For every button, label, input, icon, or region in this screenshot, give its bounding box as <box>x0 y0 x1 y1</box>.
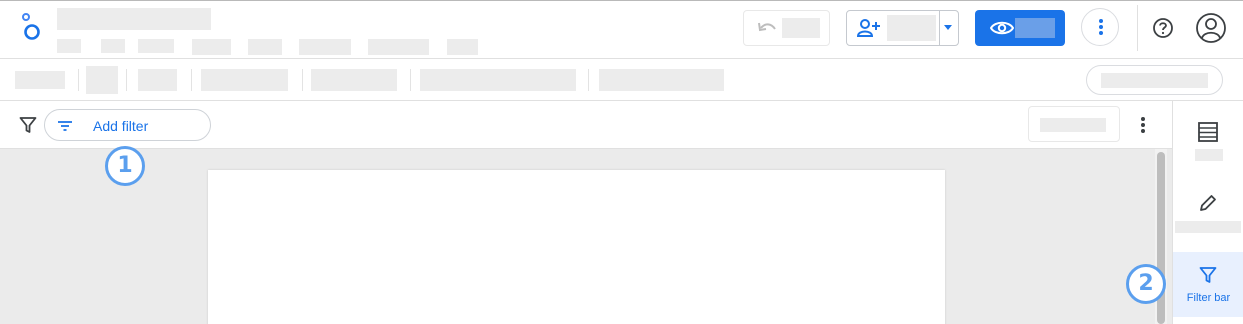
report-page[interactable] <box>208 170 945 324</box>
callout-badge-2: 2 <box>1126 264 1166 304</box>
filter-bar: Add filter <box>0 101 1172 149</box>
menu-placeholder[interactable] <box>447 39 478 55</box>
dot <box>1099 19 1103 23</box>
menu-placeholder[interactable] <box>57 39 81 53</box>
report-toolbar <box>0 59 1243 101</box>
toolbar-item-placeholder[interactable] <box>311 69 397 91</box>
looker-studio-logo-icon[interactable] <box>20 12 44 42</box>
app-header <box>0 0 1243 59</box>
toolbar-divider <box>126 69 127 91</box>
toolbar-item-placeholder[interactable] <box>138 69 177 91</box>
filter-row-more-icon[interactable] <box>1137 115 1149 135</box>
dot <box>1141 123 1145 127</box>
report-canvas <box>0 149 1172 324</box>
panel-tab-data[interactable] <box>1173 111 1243 169</box>
control-label-placeholder <box>1040 118 1106 132</box>
eye-icon <box>990 21 1014 35</box>
add-person-icon <box>857 19 880 37</box>
account-avatar-icon[interactable] <box>1195 12 1227 44</box>
callout-badge-1: 1 <box>105 146 145 186</box>
share-button-divider <box>939 11 940 45</box>
toolbar-divider <box>588 69 589 91</box>
panel-tab-label-placeholder <box>1195 149 1223 161</box>
right-side-panel: Filter bar <box>1172 101 1243 324</box>
toolbar-divider <box>191 69 192 91</box>
toolbar-divider <box>302 69 303 91</box>
toolbar-divider <box>410 69 411 91</box>
chevron-down-icon[interactable] <box>944 25 952 30</box>
toolbar-item-placeholder[interactable] <box>420 69 576 91</box>
add-filter-label: Add filter <box>93 118 149 134</box>
toolbar-item-placeholder[interactable] <box>86 66 118 94</box>
toolbar-pill-button[interactable] <box>1086 65 1223 95</box>
add-filter-button[interactable]: Add filter <box>44 109 211 141</box>
help-icon[interactable] <box>1152 17 1174 39</box>
filter-icon <box>1199 267 1217 283</box>
table-icon <box>1198 122 1218 142</box>
toolbar-item-placeholder[interactable] <box>15 71 65 89</box>
more-options-button[interactable] <box>1081 8 1119 46</box>
share-label-placeholder <box>887 15 936 41</box>
menu-placeholder[interactable] <box>101 39 125 53</box>
filter-list-icon <box>58 121 72 131</box>
toolbar-item-placeholder[interactable] <box>599 69 724 91</box>
undo-label-placeholder <box>782 18 820 38</box>
header-divider <box>1137 5 1138 51</box>
view-button[interactable] <box>975 10 1065 46</box>
dot <box>1141 129 1145 133</box>
filter-icon <box>19 117 37 133</box>
report-title-placeholder[interactable] <box>57 8 211 30</box>
panel-tab-edit[interactable] <box>1173 181 1243 241</box>
dot <box>1099 31 1103 35</box>
dot <box>1099 25 1103 29</box>
menu-placeholder[interactable] <box>192 39 231 55</box>
menu-placeholder[interactable] <box>368 39 429 55</box>
pencil-icon <box>1200 195 1216 211</box>
toolbar-divider <box>78 69 79 91</box>
filter-row-control[interactable] <box>1028 106 1120 142</box>
menu-placeholder[interactable] <box>299 39 351 55</box>
share-button[interactable] <box>846 10 959 46</box>
undo-button[interactable] <box>743 10 830 46</box>
panel-tab-filter-bar[interactable]: Filter bar <box>1173 252 1243 317</box>
dot <box>1141 117 1145 121</box>
toolbar-item-placeholder[interactable] <box>201 69 288 91</box>
panel-tab-label-placeholder <box>1175 221 1241 233</box>
pill-label-placeholder <box>1101 73 1208 88</box>
view-label-placeholder <box>1015 18 1055 38</box>
menu-placeholder[interactable] <box>138 39 174 53</box>
menu-placeholder[interactable] <box>248 39 282 55</box>
undo-icon <box>758 22 776 32</box>
panel-tab-filter-bar-label: Filter bar <box>1186 292 1231 304</box>
